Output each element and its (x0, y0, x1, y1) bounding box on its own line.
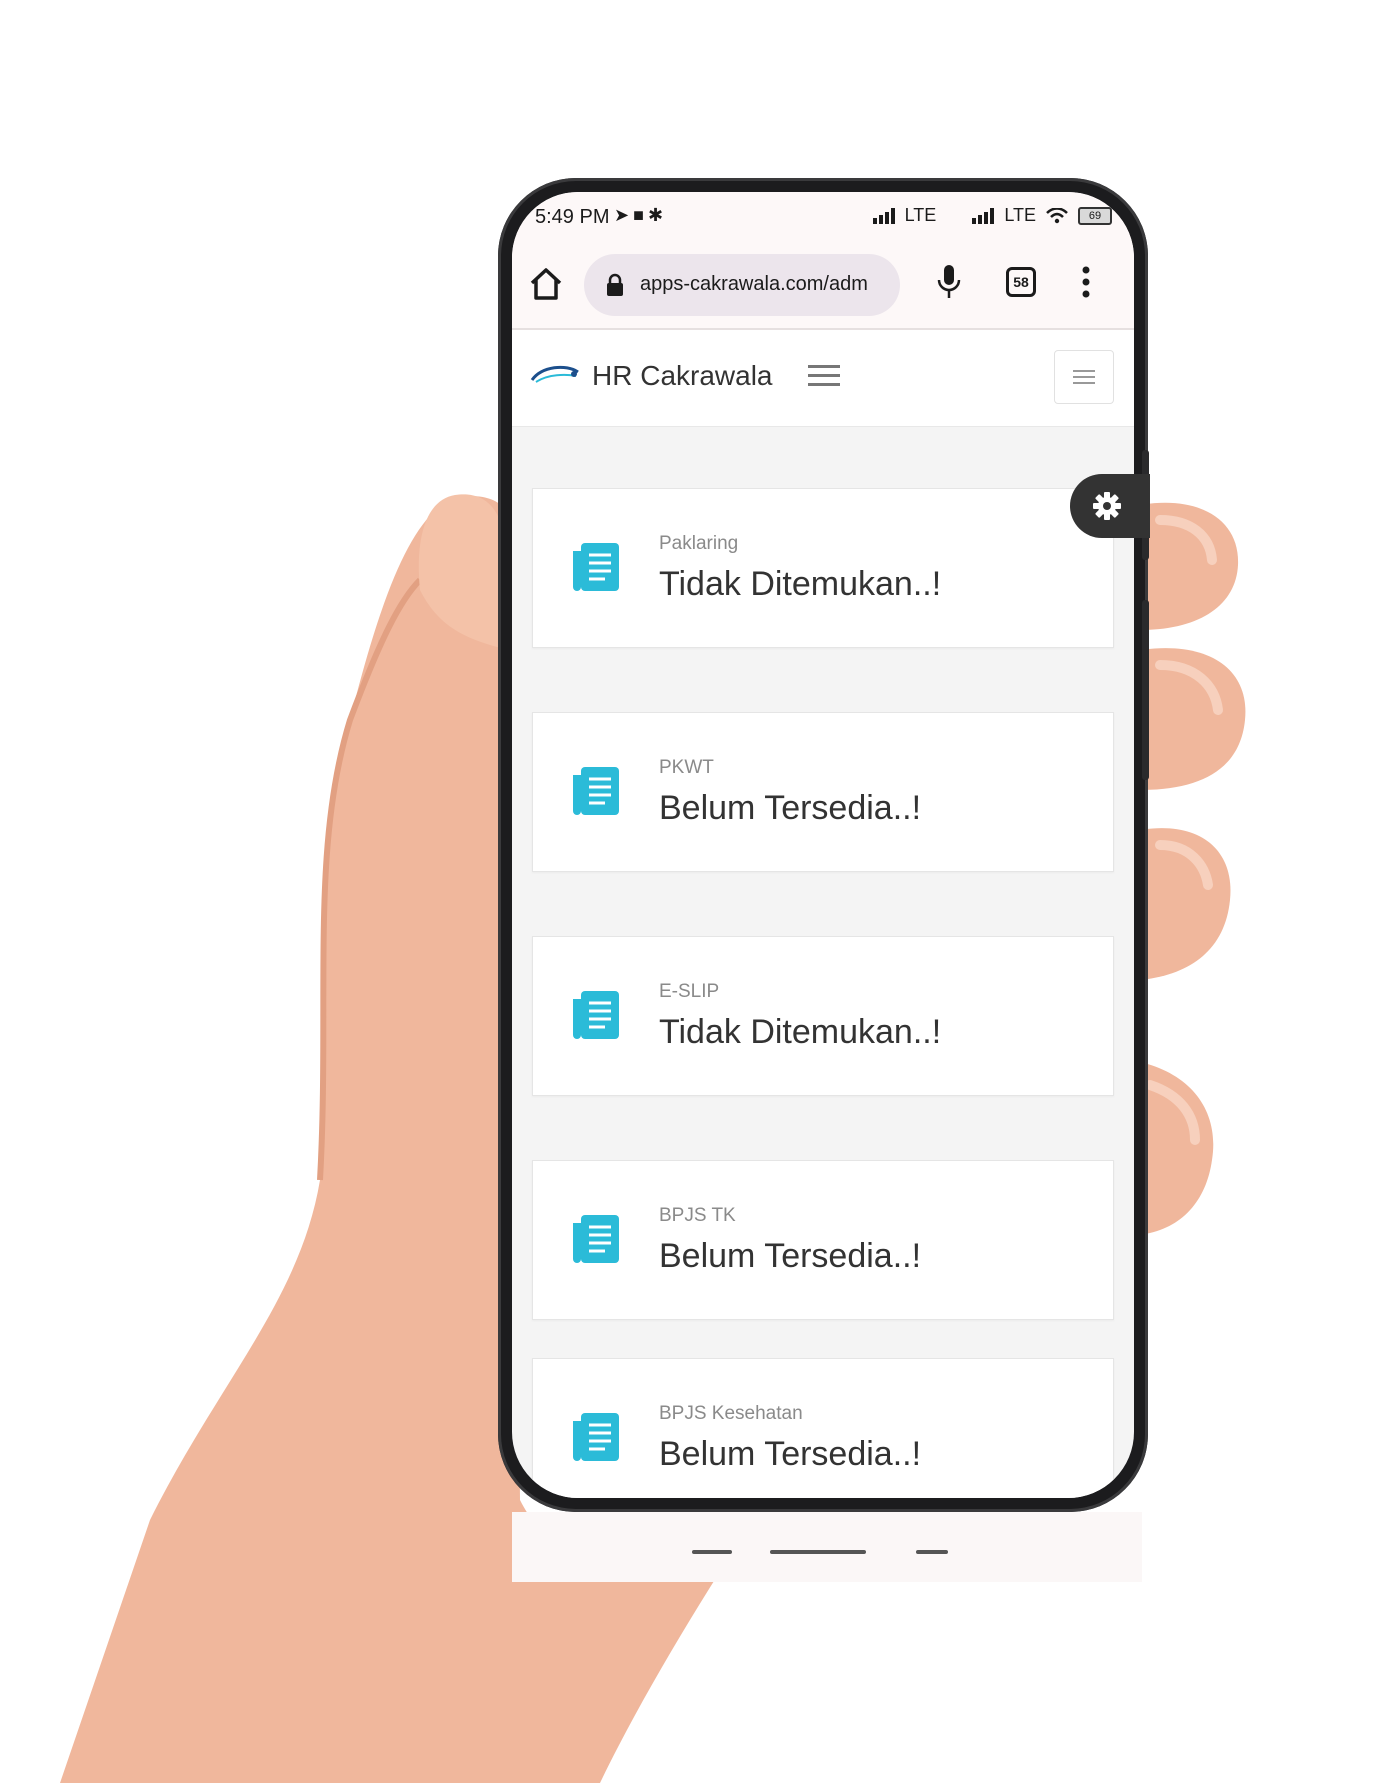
card-label: Paklaring (659, 533, 739, 554)
location-arrow-icon: ➤ (614, 205, 634, 225)
phone-screen: 5:49 PM ➤■✱ LTE LTE 69 apps-cakrawala.co… (512, 192, 1134, 1498)
card-value: Belum Tersedia..! (659, 1435, 922, 1473)
microphone-icon[interactable] (934, 262, 964, 302)
lock-icon (607, 273, 623, 296)
tab-switcher-button[interactable]: 58 (1006, 267, 1036, 297)
nav-back-indicator[interactable] (692, 1550, 732, 1554)
video-camera-icon: ■ (633, 205, 648, 225)
status-right-group: LTE LTE 69 (872, 205, 1112, 226)
volume-button (1142, 600, 1149, 780)
gear-icon (1093, 492, 1121, 520)
menu-icon (1073, 370, 1095, 384)
address-bar[interactable]: apps-cakrawala.com/adm (584, 254, 900, 316)
navbar-toggle-button[interactable] (1054, 350, 1114, 404)
browser-toolbar: apps-cakrawala.com/adm 58 (512, 242, 1134, 330)
network-label-1: LTE (904, 205, 937, 225)
more-vertical-icon[interactable] (1082, 264, 1090, 300)
card-e-slip[interactable]: E-SLIP Tidak Ditemukan..! (532, 936, 1114, 1096)
card-pkwt[interactable]: PKWT Belum Tersedia..! (532, 712, 1114, 872)
card-value: Belum Tersedia..! (659, 789, 922, 827)
card-label: BPJS Kesehatan (659, 1403, 803, 1424)
status-notification-icons: ➤■✱ (614, 205, 667, 226)
card-bpjs-kesehatan[interactable]: BPJS Kesehatan Belum Tersedia..! (532, 1358, 1114, 1498)
card-label: E-SLIP (659, 981, 720, 1002)
app-title[interactable]: HR Cakrawala (592, 360, 773, 392)
signal-icon-1 (872, 207, 895, 224)
app-header: HR Cakrawala (512, 330, 1134, 427)
card-bpjs-tk[interactable]: BPJS TK Belum Tersedia..! (532, 1160, 1114, 1320)
card-label: BPJS TK (659, 1205, 736, 1226)
document-list-icon (573, 767, 619, 815)
document-list-icon (573, 543, 619, 591)
card-paklaring[interactable]: Paklaring Tidak Ditemukan..! (532, 488, 1114, 648)
status-time: 5:49 PM (535, 206, 610, 228)
document-list-icon (573, 1413, 619, 1461)
system-nav-bar (512, 1512, 1142, 1582)
document-list-icon (573, 1215, 619, 1263)
card-value: Tidak Ditemukan..! (659, 1013, 942, 1051)
status-bar: 5:49 PM ➤■✱ LTE LTE 69 (512, 192, 1134, 242)
sidebar-toggle-icon[interactable] (808, 364, 840, 388)
network-label-2: LTE (1004, 205, 1036, 225)
wifi-icon (1046, 207, 1068, 223)
card-label: PKWT (659, 757, 714, 778)
card-value: Belum Tersedia..! (659, 1237, 922, 1275)
home-icon[interactable] (526, 264, 566, 304)
card-value: Tidak Ditemukan..! (659, 565, 942, 603)
nav-recents-indicator[interactable] (916, 1550, 948, 1554)
nav-home-indicator[interactable] (770, 1550, 866, 1554)
settings-button[interactable] (1070, 474, 1150, 538)
battery-icon: 69 (1078, 206, 1112, 225)
document-list-icon (573, 991, 619, 1039)
url-text[interactable]: apps-cakrawala.com/adm (640, 273, 868, 296)
settings-small-icon: ✱ (647, 205, 668, 225)
cakrawala-logo (530, 365, 579, 383)
signal-icon-2 (972, 207, 995, 224)
